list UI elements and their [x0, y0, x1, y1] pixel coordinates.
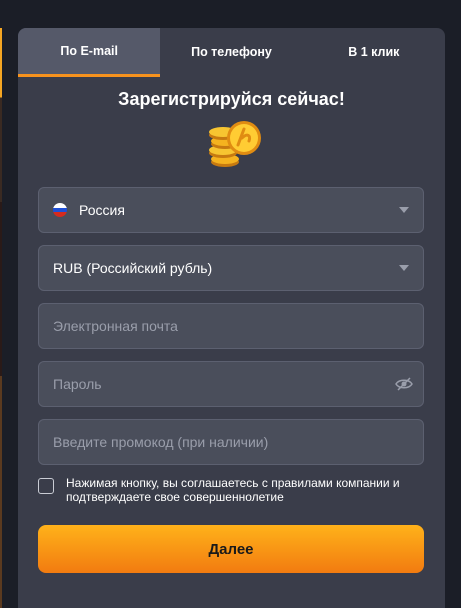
russia-flag-icon [53, 203, 67, 217]
chevron-down-icon [399, 207, 409, 213]
registration-panel: По E-mail По телефону В 1 клик Зарегистр… [18, 28, 445, 608]
tab-bar: По E-mail По телефону В 1 клик [18, 28, 445, 77]
background-strip [0, 28, 2, 608]
tab-phone[interactable]: По телефону [160, 28, 302, 77]
currency-select[interactable]: RUB (Российский рубль) [38, 245, 424, 291]
page-title: Зарегистрируйся сейчас! [118, 89, 345, 109]
chevron-down-icon [399, 265, 409, 271]
agree-text: Нажимая кнопку, вы соглашаетесь с правил… [66, 476, 400, 504]
currency-value: RUB (Российский рубль) [53, 260, 213, 276]
tab-email[interactable]: По E-mail [18, 28, 161, 77]
coins-icon [18, 114, 445, 170]
promo-placeholder: Введите промокод (при наличии) [53, 434, 269, 450]
promo-input[interactable]: Введите промокод (при наличии) [38, 419, 424, 465]
country-value: Россия [79, 202, 125, 218]
eye-slash-icon[interactable] [395, 376, 413, 395]
password-placeholder: Пароль [53, 376, 102, 392]
password-input[interactable]: Пароль [38, 361, 424, 407]
next-button[interactable]: Далее [38, 525, 424, 573]
agreement: Нажимая кнопку, вы соглашаетесь с правил… [38, 476, 424, 504]
email-placeholder: Электронная почта [53, 318, 178, 334]
agree-checkbox[interactable] [38, 478, 54, 494]
tab-one-click[interactable]: В 1 клик [303, 28, 445, 77]
country-select[interactable]: Россия [38, 187, 424, 233]
email-input[interactable]: Электронная почта [38, 303, 424, 349]
